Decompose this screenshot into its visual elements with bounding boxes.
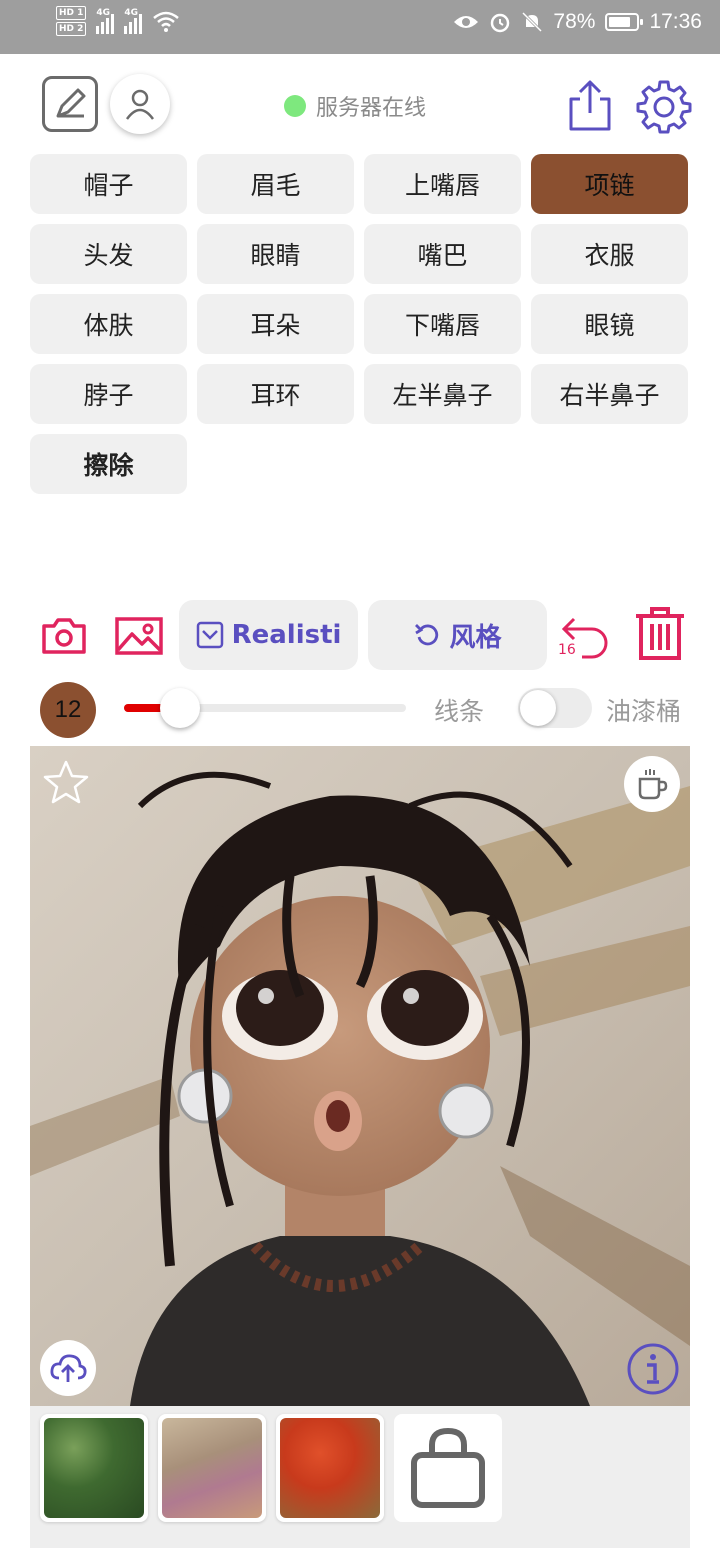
draw-mode-icon — [56, 88, 86, 118]
category-button[interactable]: 体肤 — [30, 294, 187, 354]
category-button[interactable]: 帽子 — [30, 154, 187, 214]
settings-button[interactable] — [636, 78, 692, 134]
shopping-bag-icon — [411, 1427, 485, 1508]
gear-icon — [636, 80, 692, 134]
status-dot — [284, 95, 306, 117]
category-button[interactable]: 头发 — [30, 224, 187, 284]
cloud-upload-icon — [50, 1354, 87, 1382]
clock: 17:36 — [649, 10, 702, 33]
brush-size-slider[interactable] — [124, 688, 406, 728]
brush-row: 12 线条 油漆桶 — [0, 678, 720, 740]
hd-badge-1: HD 1 — [56, 6, 87, 20]
alarm-icon — [491, 13, 510, 33]
draw-mode-button[interactable] — [42, 76, 98, 132]
style-button[interactable]: 风格 — [368, 600, 547, 670]
category-button[interactable]: 擦除 — [30, 434, 187, 494]
battery-percent: 78% — [553, 10, 596, 33]
paint-bucket-label: 油漆桶 — [606, 697, 682, 726]
user-button[interactable] — [110, 74, 170, 134]
canvas-image — [30, 746, 690, 1406]
category-grid: 帽子 眉毛 上嘴唇 项链头发 眼睛 嘴巴 衣服体肤 耳朵 下嘴唇 眼镜脖子 耳环 左半鼻子 右半鼻子擦除 — [30, 154, 690, 494]
category-button[interactable]: 下嘴唇 — [364, 294, 521, 354]
hd-badge-2: HD 2 — [56, 22, 87, 36]
star-icon — [43, 760, 89, 804]
undo-count: 16 — [558, 642, 576, 658]
system-indicators: 78% 17:36 — [453, 10, 702, 34]
paint-bucket-toggle[interactable] — [518, 688, 592, 728]
category-button[interactable]: 嘴巴 — [364, 224, 521, 284]
tool-row: Realisti 风格 16 — [0, 600, 720, 670]
category-button[interactable]: 项链 — [531, 154, 688, 214]
battery-icon — [605, 13, 644, 31]
refresh-icon — [415, 624, 439, 646]
upload-button[interactable] — [40, 1340, 96, 1396]
share-button[interactable] — [562, 78, 618, 134]
info-icon — [627, 1343, 679, 1395]
signal-icon-1: 4G — [96, 8, 115, 34]
style-button-label: 风格 — [449, 622, 502, 653]
image-icon — [115, 617, 163, 655]
signal-icon-2: 4G — [124, 8, 143, 34]
coffee-cup-icon — [638, 769, 668, 800]
user-icon — [125, 89, 155, 120]
status-bar: HD 1 HD 2 4G 4G 78% 17:36 — [0, 0, 720, 54]
thumbnail-strip — [30, 1406, 690, 1548]
donate-button[interactable] — [624, 756, 680, 812]
thumbnail-3[interactable] — [276, 1414, 384, 1522]
category-button[interactable]: 上嘴唇 — [364, 154, 521, 214]
style-select[interactable]: Realisti — [179, 600, 358, 670]
thumbnail-image — [280, 1418, 380, 1518]
drawing-canvas[interactable] — [30, 746, 690, 1406]
trash-icon — [636, 607, 684, 660]
category-button[interactable]: 衣服 — [531, 224, 688, 284]
line-mode-label: 线条 — [434, 697, 485, 726]
wifi-icon — [153, 11, 180, 32]
server-status-text: 服务器在线 — [316, 96, 427, 121]
eye-icon — [454, 16, 479, 28]
gallery-button[interactable] — [114, 614, 164, 658]
category-button[interactable]: 眉毛 — [197, 154, 354, 214]
category-button[interactable]: 右半鼻子 — [531, 364, 688, 424]
server-status: 服务器在线 — [284, 90, 426, 122]
brush-size-button[interactable]: 12 — [40, 682, 96, 738]
thumbnail-1[interactable] — [40, 1414, 148, 1522]
category-button[interactable]: 眼睛 — [197, 224, 354, 284]
camera-button[interactable] — [40, 614, 88, 658]
slider-thumb[interactable] — [160, 688, 200, 728]
category-button[interactable]: 脖子 — [30, 364, 187, 424]
top-toolbar: 服务器在线 — [0, 54, 720, 154]
style-select-label: Realisti — [231, 620, 342, 650]
category-button[interactable]: 耳环 — [197, 364, 354, 424]
thumbnail-image — [44, 1418, 144, 1518]
thumbnail-2[interactable] — [158, 1414, 266, 1522]
category-button[interactable]: 左半鼻子 — [364, 364, 521, 424]
dropdown-icon — [196, 621, 223, 649]
favorite-button[interactable] — [42, 758, 90, 806]
mute-bell-icon — [522, 11, 543, 33]
info-button[interactable] — [626, 1342, 680, 1396]
share-icon — [569, 80, 611, 131]
delete-button[interactable] — [632, 606, 688, 662]
toggle-knob — [520, 690, 556, 726]
network-indicators: HD 1 HD 2 4G 4G — [56, 6, 180, 36]
camera-icon — [42, 618, 86, 654]
thumbnail-image — [162, 1418, 262, 1518]
category-button[interactable]: 眼镜 — [531, 294, 688, 354]
category-button[interactable]: 耳朵 — [197, 294, 354, 354]
shop-button[interactable] — [394, 1414, 502, 1522]
